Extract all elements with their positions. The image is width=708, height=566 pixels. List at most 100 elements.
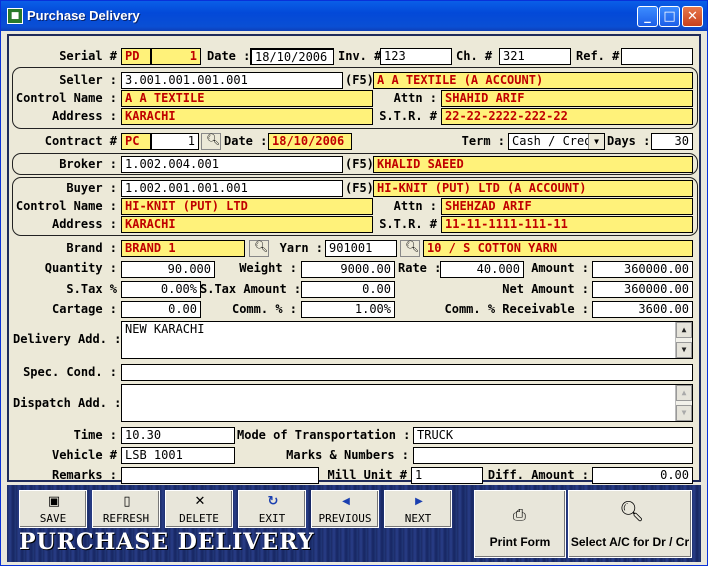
time-label: Time : bbox=[73, 428, 117, 442]
scroll-down-icon[interactable]: ▼ bbox=[676, 405, 692, 421]
seller-address-field[interactable]: KARACHI bbox=[121, 108, 373, 125]
term-value: Cash / Cred bbox=[512, 134, 592, 148]
challan-label: Ch. # bbox=[456, 49, 493, 63]
delivery-form: Serial # PD 1 Date : 18/10/2006 Inv. # 1… bbox=[7, 34, 701, 484]
time-field[interactable]: 10.30 bbox=[121, 427, 235, 444]
delivery-add-scrollbar[interactable]: ▲ ▼ bbox=[675, 322, 692, 358]
weight-label: Weight : bbox=[239, 261, 297, 275]
magnifier-icon: 🔍︎ bbox=[619, 499, 645, 523]
yarn-code-field[interactable]: 901001 bbox=[325, 240, 397, 257]
diff-amount-field[interactable]: 0.00 bbox=[592, 467, 693, 484]
seller-str-field[interactable]: 22-22-2222-222-22 bbox=[441, 108, 693, 125]
header-date-label: Date : bbox=[207, 49, 251, 63]
seller-address-label: Address : bbox=[51, 109, 117, 123]
seller-attn-label: Attn : bbox=[393, 91, 437, 105]
seller-name-field[interactable]: A A TEXTILE (A ACCOUNT) bbox=[373, 72, 693, 89]
broker-code-field[interactable]: 1.002.004.001 bbox=[121, 156, 343, 173]
search-icon: 🔍︎ bbox=[405, 240, 419, 253]
buyer-str-field[interactable]: 11-11-1111-111-11 bbox=[441, 216, 693, 233]
buyer-attn-label: Attn : bbox=[393, 199, 437, 213]
contract-search-button[interactable]: 🔍︎ bbox=[201, 133, 221, 150]
printer-icon: ⎙ bbox=[513, 505, 526, 524]
close-button[interactable]: ✕ bbox=[682, 6, 703, 27]
transport-field[interactable]: TRUCK bbox=[413, 427, 693, 444]
maximize-icon: □ bbox=[663, 9, 676, 24]
delete-button[interactable]: ✕ DELETE bbox=[165, 490, 233, 528]
quantity-field[interactable]: 90.000 bbox=[121, 261, 215, 278]
refresh-button[interactable]: ▯ REFRESH bbox=[92, 490, 160, 528]
save-label: SAVE bbox=[39, 512, 67, 525]
yarn-label: Yarn : bbox=[279, 241, 323, 255]
brand-field[interactable]: BRAND 1 bbox=[121, 240, 245, 257]
weight-field[interactable]: 9000.00 bbox=[301, 261, 395, 278]
title-bar[interactable]: ■ Purchase Delivery _ □ ✕ bbox=[1, 1, 707, 31]
challan-field[interactable]: 321 bbox=[499, 48, 571, 65]
cartage-label: Cartage : bbox=[51, 302, 117, 316]
previous-button[interactable]: ◀ PREVIOUS bbox=[311, 490, 379, 528]
action-toolbar: ▣ SAVE ▯ REFRESH ✕ DELETE ↻ EXIT ◀ PREVIOUS ▶… bbox=[7, 485, 701, 562]
select-account-label: Select A/C for Dr / Cr bbox=[570, 535, 690, 549]
seller-control-field[interactable]: A A TEXTILE bbox=[121, 90, 373, 107]
seller-code-field[interactable]: 3.001.001.001.001 bbox=[121, 72, 343, 89]
contract-prefix-field[interactable]: PC bbox=[121, 133, 151, 150]
vehicle-field[interactable]: LSB 1001 bbox=[121, 447, 235, 464]
stax-pct-field[interactable]: 0.00% bbox=[121, 281, 201, 298]
scroll-up-icon[interactable]: ▲ bbox=[676, 322, 692, 338]
next-button[interactable]: ▶ NEXT bbox=[384, 490, 452, 528]
delivery-add-field[interactable]: NEW KARACHI ▲ ▼ bbox=[121, 321, 693, 359]
term-select[interactable]: Cash / Cred ▼ bbox=[508, 133, 605, 150]
buyer-address-field[interactable]: KARACHI bbox=[121, 216, 373, 233]
contract-date-field[interactable]: 18/10/2006 bbox=[268, 133, 352, 150]
comm-pct-field[interactable]: 1.00% bbox=[301, 301, 395, 318]
broker-label: Broker : bbox=[59, 157, 117, 171]
mill-unit-field[interactable]: 1 bbox=[411, 467, 483, 484]
dispatch-add-field[interactable]: ▲ ▼ bbox=[121, 384, 693, 422]
cartage-field[interactable]: 0.00 bbox=[121, 301, 201, 318]
comm-receivable-field[interactable]: 3600.00 bbox=[592, 301, 693, 318]
invoice-label: Inv. # bbox=[338, 49, 382, 63]
previous-label: PREVIOUS bbox=[318, 512, 372, 525]
form-banner-text: PURCHASE DELIVERY bbox=[19, 529, 315, 555]
stax-amount-field[interactable]: 0.00 bbox=[301, 281, 395, 298]
dispatch-add-label: Dispatch Add. : bbox=[13, 396, 122, 410]
maximize-button[interactable]: □ bbox=[659, 6, 680, 27]
buyer-str-label: S.T.R. # bbox=[379, 217, 437, 231]
select-account-button[interactable]: 🔍︎ Select A/C for Dr / Cr bbox=[568, 490, 692, 558]
net-amount-label: Net Amount : bbox=[502, 282, 589, 296]
remarks-field[interactable] bbox=[121, 467, 319, 484]
reference-field[interactable] bbox=[621, 48, 693, 65]
marks-field[interactable] bbox=[413, 447, 693, 464]
serial-number-field[interactable]: 1 bbox=[151, 48, 201, 65]
close-icon: ✕ bbox=[687, 9, 698, 24]
buyer-control-field[interactable]: HI-KNIT (PUT) LTD bbox=[121, 198, 373, 215]
serial-prefix-field[interactable]: PD bbox=[121, 48, 151, 65]
header-date-field[interactable]: 18/10/2006 bbox=[250, 48, 334, 65]
broker-name-field[interactable]: KHALID SAEED bbox=[373, 156, 693, 173]
brand-search-button[interactable]: 🔍︎ bbox=[249, 240, 269, 257]
dispatch-add-scrollbar[interactable]: ▲ ▼ bbox=[675, 385, 692, 421]
save-button[interactable]: ▣ SAVE bbox=[19, 490, 87, 528]
exit-label: EXIT bbox=[258, 512, 286, 525]
yarn-name-field[interactable]: 10 / S COTTON YARN bbox=[423, 240, 693, 257]
minimize-button[interactable]: _ bbox=[637, 6, 658, 27]
buyer-name-field[interactable]: HI-KNIT (PUT) LTD (A ACCOUNT) bbox=[373, 180, 693, 197]
yarn-search-button[interactable]: 🔍︎ bbox=[400, 240, 420, 257]
rate-field[interactable]: 40.000 bbox=[440, 261, 524, 278]
seller-attn-field[interactable]: SHAHID ARIF bbox=[441, 90, 693, 107]
delivery-add-label: Delivery Add. : bbox=[13, 332, 122, 346]
search-icon: 🔍︎ bbox=[254, 240, 268, 253]
spec-cond-field[interactable] bbox=[121, 364, 693, 381]
exit-button[interactable]: ↻ EXIT bbox=[238, 490, 306, 528]
mill-unit-label: Mill Unit # bbox=[327, 468, 407, 482]
print-form-button[interactable]: ⎙ Print Form bbox=[474, 490, 566, 558]
amount-field[interactable]: 360000.00 bbox=[592, 261, 693, 278]
invoice-field[interactable]: 123 bbox=[380, 48, 452, 65]
buyer-attn-field[interactable]: SHEHZAD ARIF bbox=[441, 198, 693, 215]
scroll-down-icon[interactable]: ▼ bbox=[676, 342, 692, 358]
document-icon: ▯ bbox=[123, 494, 131, 509]
contract-number-field[interactable]: 1 bbox=[151, 133, 199, 150]
net-amount-field[interactable]: 360000.00 bbox=[592, 281, 693, 298]
scroll-up-icon[interactable]: ▲ bbox=[676, 385, 692, 401]
buyer-code-field[interactable]: 1.002.001.001.001 bbox=[121, 180, 343, 197]
days-field[interactable]: 30 bbox=[651, 133, 693, 150]
